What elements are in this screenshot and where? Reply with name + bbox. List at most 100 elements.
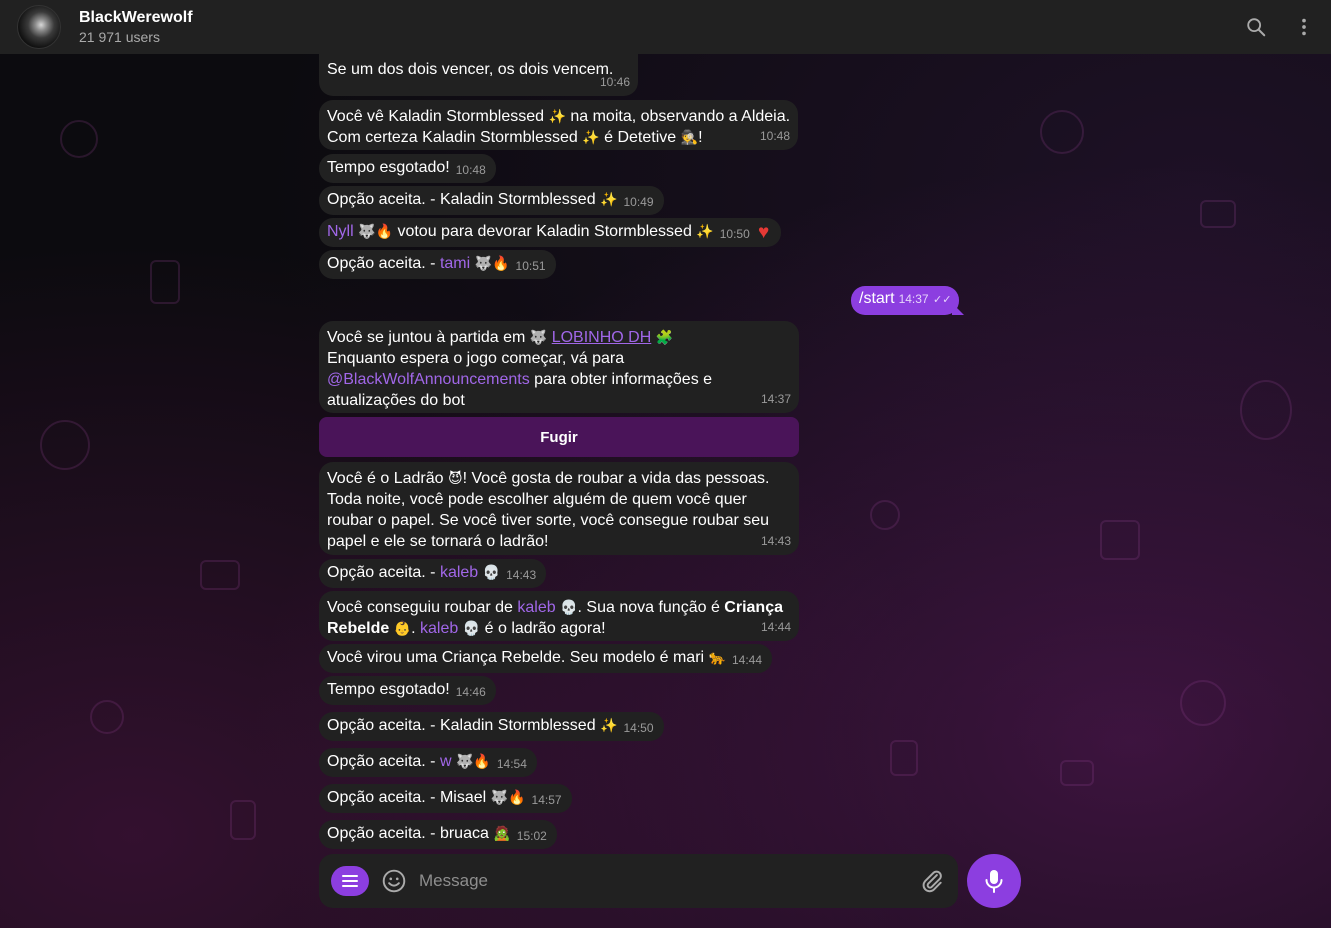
message-text: votou para devorar Kaladin Stormblessed (397, 223, 692, 240)
message-text: Opção aceita. - bruaca (327, 825, 489, 842)
message-bubble[interactable]: Você vê Kaladin Stormblessed ✨ na moita,… (319, 100, 798, 150)
message-line: Você se juntou à partida em 🐺 LOBINHO DH… (327, 329, 674, 346)
wolf-emoji: 🐺 (529, 329, 548, 345)
message-time: 14:44 (731, 653, 763, 667)
message-time: 14:43 (760, 534, 791, 548)
message-time: 10:51 (515, 259, 546, 273)
message-bubble[interactable]: Opção aceita. - Misael 🐺🔥 14:57 (319, 784, 572, 813)
member-count: 21 971 users (79, 29, 160, 45)
sparkles-emoji: ✨ (548, 108, 566, 124)
detective-emoji: 🕵 (680, 129, 699, 145)
message-text: /start (859, 290, 895, 307)
message-bubble[interactable]: Você conseguiu roubar de kaleb 💀. Sua no… (319, 591, 799, 641)
puzzle-emoji: 🧩 (655, 329, 674, 345)
message-time: 10:48 (759, 129, 790, 143)
message-line: Você conseguiu roubar de kaleb 💀. Sua no… (327, 599, 783, 616)
message-bubble[interactable]: Você é o Ladrão 😈! Você gosta de roubar … (319, 462, 799, 555)
message-time: 14:54 (496, 757, 527, 771)
chat-header[interactable]: BlackWerewolf 21 971 users (0, 0, 1331, 54)
message-line: Enquanto espera o jogo começar, vá para (327, 350, 625, 367)
message-text: Tempo esgotado! (327, 159, 450, 176)
devil-emoji: 😈 (448, 470, 463, 486)
role-name: Criança (724, 599, 783, 616)
user-mention[interactable]: kaleb (517, 599, 555, 616)
message-input[interactable] (419, 868, 899, 894)
user-mention[interactable]: kaleb (440, 564, 478, 581)
skull-emoji: 💀 (482, 564, 501, 580)
message-time: 10:48 (455, 163, 486, 177)
message-text: Tempo esgotado! (327, 681, 450, 698)
message-line: Você é o Ladrão 😈! Você gosta de roubar … (327, 470, 770, 487)
paperclip-icon[interactable] (919, 868, 945, 894)
message-bubble[interactable]: Opção aceita. - w 🐺🔥 14:54 (319, 748, 537, 777)
message-bubble[interactable]: Você se juntou à partida em 🐺 LOBINHO DH… (319, 321, 799, 413)
message-time: 14:37 (760, 392, 791, 406)
message-bubble[interactable]: Opção aceita. - bruaca 🧟 15:02 (319, 820, 557, 849)
leopard-emoji: 🐆 (708, 649, 726, 665)
message-text: Você virou uma Criança Rebelde. Seu mode… (327, 649, 705, 666)
search-icon[interactable] (1241, 12, 1271, 42)
wolf-fire-emoji: 🐺🔥 (474, 255, 510, 271)
message-line: Toda noite, você pode escolher alguém de… (327, 491, 747, 508)
message-line: @BlackWolfAnnouncements para obter infor… (327, 371, 713, 388)
avatar[interactable] (17, 5, 61, 49)
wolf-fire-emoji: 🐺🔥 (490, 789, 526, 805)
emoji-icon[interactable] (381, 868, 407, 894)
message-time: 14:57 (531, 793, 562, 807)
message-time: 14:37 (898, 292, 929, 306)
message-bubble[interactable]: Você virou uma Criança Rebelde. Seu mode… (319, 644, 773, 673)
sparkles-emoji: ✨ (600, 191, 618, 207)
message-line: Rebelde 👶. kaleb 💀 é o ladrão agora! (327, 620, 606, 637)
sparkles-emoji: ✨ (582, 129, 600, 145)
message-text: Opção aceita. - (327, 564, 436, 581)
wolf-fire-emoji: 🐺🔥 (358, 223, 393, 239)
message-bubble[interactable]: Opção aceita. - tami 🐺🔥 10:51 (319, 250, 556, 279)
message-bubble[interactable]: Opção aceita. - Kaladin Stormblessed ✨ 10… (319, 186, 664, 215)
message-bubble[interactable]: Opção aceita. - kaleb 💀 14:43 (319, 559, 547, 588)
user-mention[interactable]: tami (440, 255, 470, 272)
inline-fugir-button[interactable]: Fugir (319, 417, 799, 457)
message-text: Opção aceita. - Kaladin Stormblessed (327, 191, 596, 208)
message-text: Se um dos dois vencer, os dois vencem. (327, 61, 614, 78)
message-line: papel e ele se tornará o ladrão! (327, 533, 549, 550)
message-text: Opção aceita. - Misael (327, 789, 487, 806)
message-time: 14:50 (623, 721, 654, 735)
message-line: Você vê Kaladin Stormblessed ✨ na moita,… (327, 108, 791, 125)
message-line: atualizações do bot (327, 392, 465, 409)
bot-menu-icon[interactable] (331, 866, 369, 896)
outgoing-message[interactable]: /start 14:37 ✓✓ (851, 286, 960, 315)
user-mention[interactable]: Nyll (327, 223, 354, 240)
group-link[interactable]: LOBINHO DH (552, 329, 652, 346)
message-text: Opção aceita. - (327, 753, 436, 770)
message-bubble[interactable]: Tempo esgotado! 10:48 (319, 154, 496, 183)
chat-title: BlackWerewolf (79, 9, 193, 26)
more-vert-icon[interactable] (1289, 12, 1319, 42)
microphone-icon[interactable] (967, 854, 1021, 908)
message-line: Com certeza Kaladin Stormblessed ✨ é Det… (327, 129, 703, 146)
zombie-emoji: 🧟 (493, 825, 511, 841)
sparkles-emoji: ✨ (600, 717, 618, 733)
message-composer (319, 854, 958, 908)
channel-mention[interactable]: @BlackWolfAnnouncements (327, 371, 530, 388)
message-time: 15:02 (516, 829, 547, 843)
message-time: 10:49 (623, 195, 654, 209)
message-text: Opção aceita. - Kaladin Stormblessed (327, 717, 596, 734)
user-mention[interactable]: kaleb (420, 620, 458, 637)
message-time: 14:44 (760, 620, 791, 634)
child-emoji: 👶 (393, 620, 412, 636)
heart-reaction-icon[interactable]: ♥ (758, 222, 769, 244)
message-bubble[interactable]: Tempo esgotado! 14:46 (319, 676, 496, 705)
message-text: Opção aceita. - (327, 255, 436, 272)
message-time: 10:46 (599, 75, 630, 89)
message-line: roubar o papel. Se você tiver sorte, voc… (327, 512, 770, 529)
message-bubble[interactable]: Nyll 🐺🔥 votou para devorar Kaladin Storm… (319, 218, 781, 247)
user-mention[interactable]: w (440, 753, 452, 770)
wolf-fire-emoji: 🐺🔥 (455, 753, 491, 769)
read-checkmarks-icon: ✓✓ (933, 294, 952, 306)
skull-emoji: 💀 (560, 599, 578, 615)
role-name: Rebelde (327, 620, 390, 637)
message-bubble[interactable]: Opção aceita. - Kaladin Stormblessed ✨ 14… (319, 712, 664, 741)
message-time: 14:46 (455, 685, 486, 699)
skull-emoji: 💀 (462, 620, 481, 636)
message-time: 14:43 (506, 568, 537, 582)
